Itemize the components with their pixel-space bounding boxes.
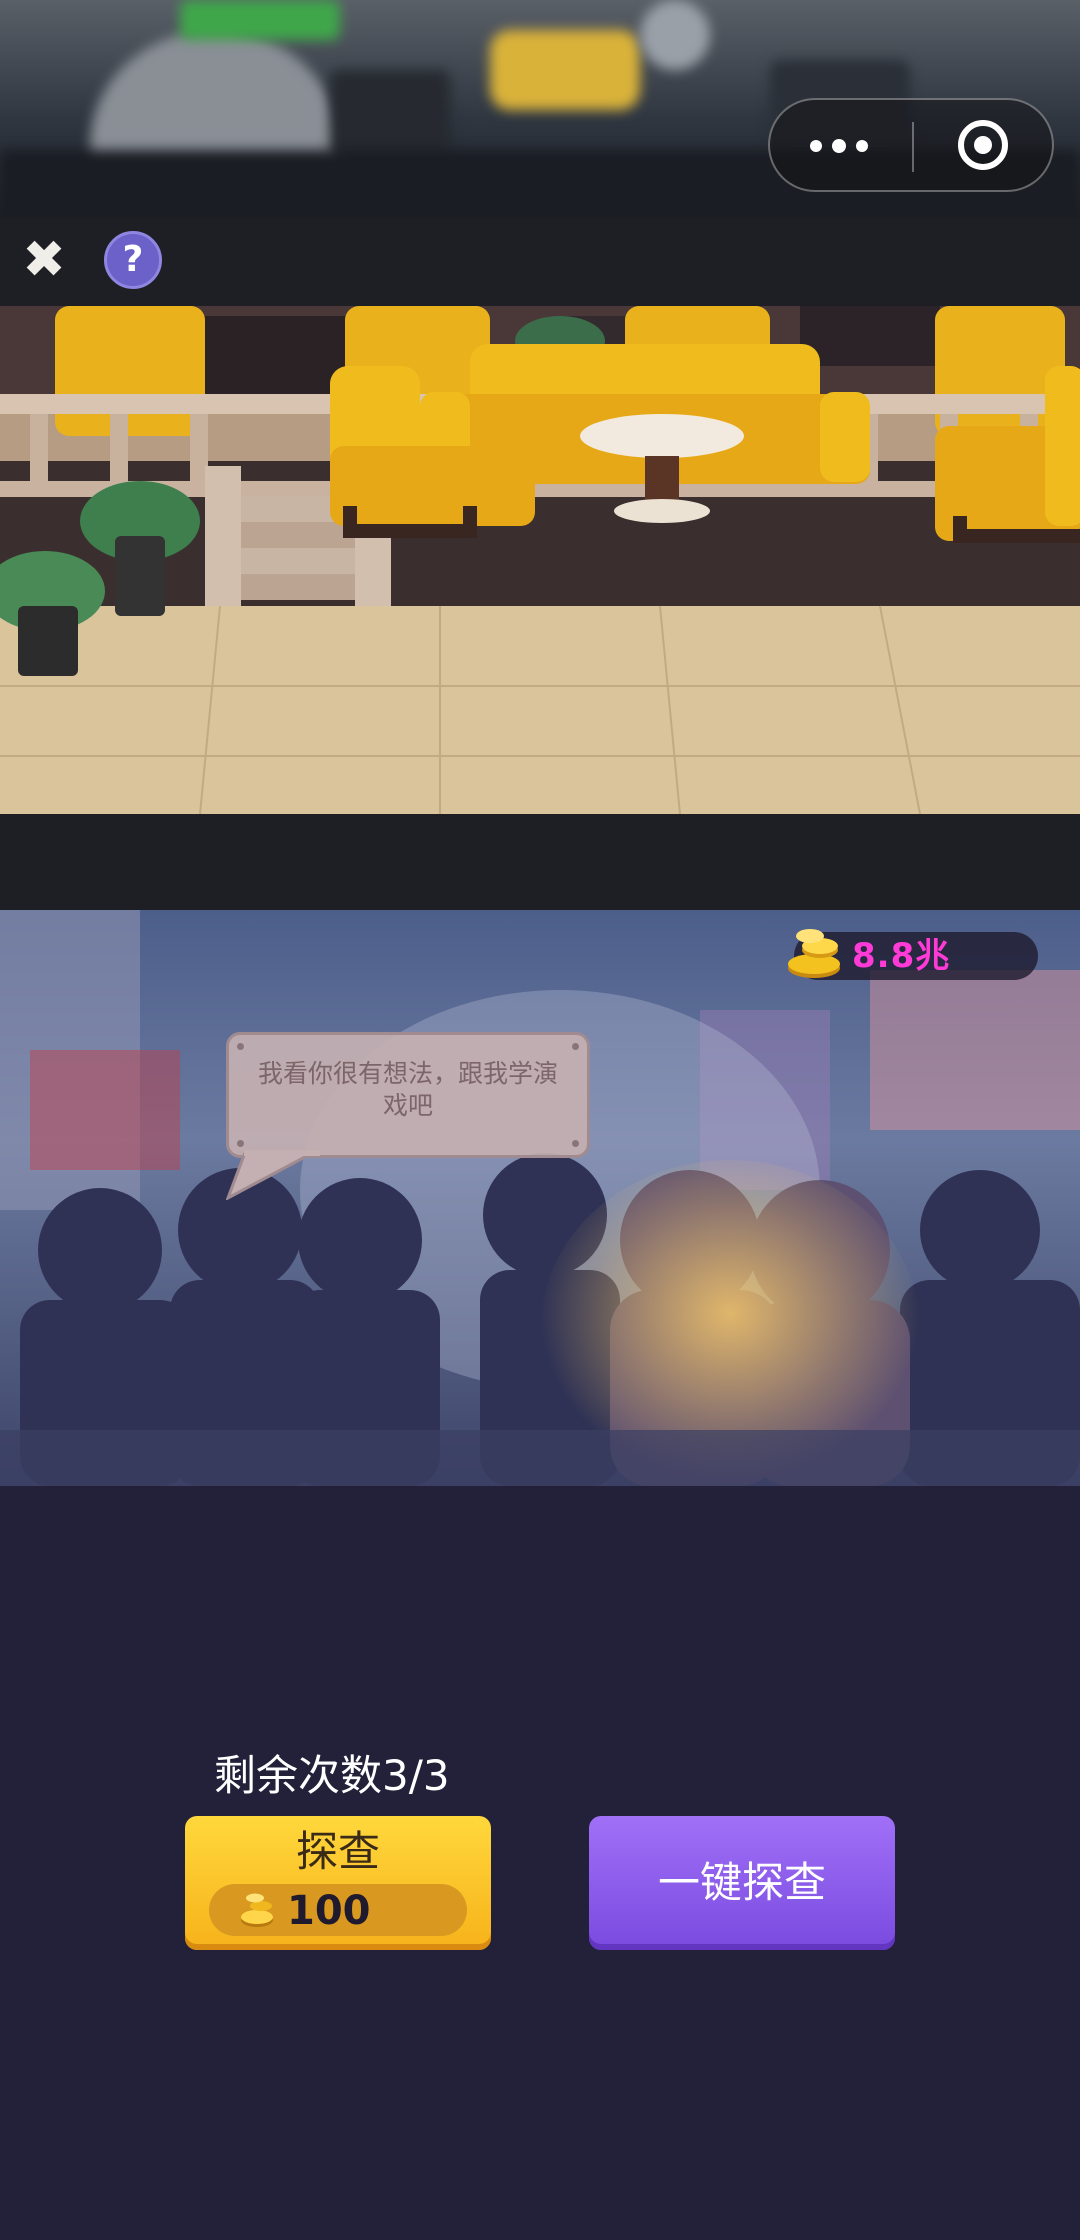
close-button[interactable]: ✖ [16,232,72,288]
one-click-explore-button[interactable]: 一键探查 [589,1816,895,1950]
divider-band [0,814,1080,910]
explore-button-label: 探查 [295,1827,380,1876]
speech-bubble-text: 我看你很有想法，跟我学演戏吧 [257,1059,558,1120]
explore-cost-value: 100 [287,1888,371,1934]
more-button[interactable] [770,100,912,190]
remaining-attempts-label: 剩余次数3/3 [214,1751,450,1800]
currency-amount: 8.8兆 [852,936,951,976]
speech-bubble-tail [226,1150,320,1200]
mini-program-capsule [768,98,1054,192]
game-toolbar: ✖ ? [0,218,1080,306]
help-icon: ? [122,239,144,280]
crowd-scene-image [0,910,1080,1486]
close-miniprogram-button[interactable] [914,100,1052,190]
gold-coin-icon [788,929,840,978]
lobby-scene-image [0,306,1080,814]
gold-coin-icon [241,1893,273,1927]
close-icon: ✖ [22,230,66,290]
explore-button[interactable]: 探查 100 [185,1816,491,1950]
help-button[interactable]: ? [104,231,162,289]
